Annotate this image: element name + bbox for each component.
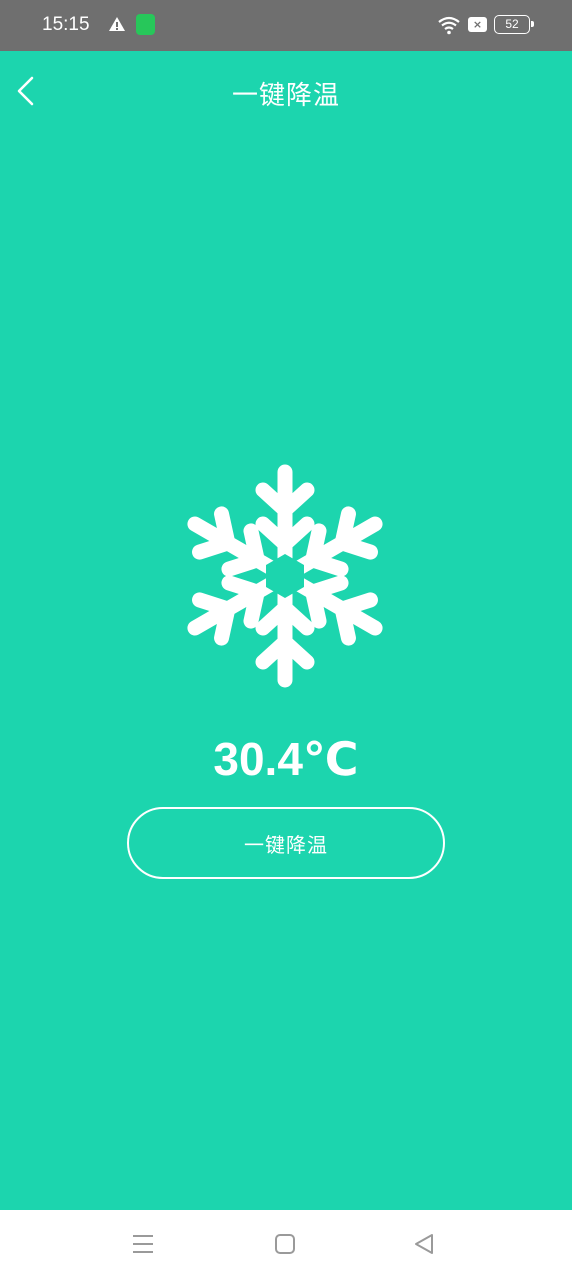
nav-header: 一键降温 (0, 51, 572, 131)
battery-level: 52 (505, 17, 519, 31)
no-sim-icon: × (468, 17, 487, 32)
warning-icon (109, 17, 125, 31)
app-notification-icon (136, 14, 155, 35)
home-icon[interactable] (274, 1232, 296, 1256)
cool-button-label: 一键降温 (244, 834, 328, 857)
status-bar: 15:15 × 52 (0, 0, 572, 51)
one-key-cool-button[interactable]: 一键降温 (127, 807, 445, 879)
bottom-navigation-bar (0, 1210, 572, 1280)
battery-icon: 52 (494, 15, 534, 34)
back-triangle-icon[interactable] (413, 1232, 435, 1256)
menu-icon[interactable] (132, 1232, 154, 1256)
temperature-reading: 30.4℃ (213, 733, 359, 785)
wifi-icon (438, 16, 460, 35)
status-time: 15:15 (42, 14, 90, 35)
page-title: 一键降温 (231, 81, 340, 111)
snowflake-icon (180, 464, 390, 692)
